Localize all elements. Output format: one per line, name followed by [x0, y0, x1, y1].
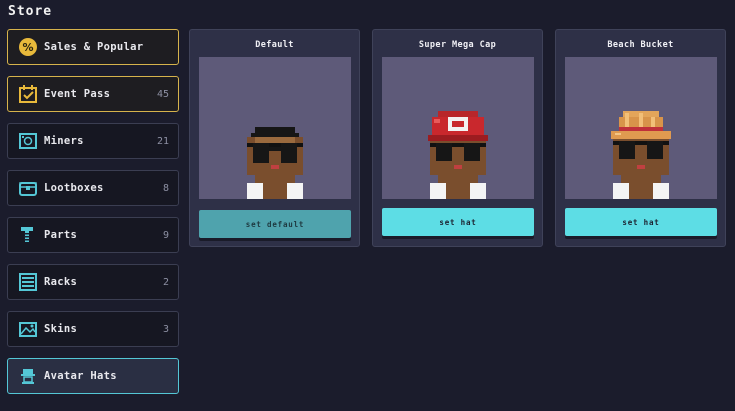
avatar-preview	[382, 57, 534, 199]
sidebar-item-skins[interactable]: Skins 3	[7, 311, 179, 347]
hat-card-title: Super Mega Cap	[418, 40, 497, 50]
screw-icon	[17, 224, 39, 246]
set-hat-button[interactable]: set hat	[382, 208, 534, 236]
sidebar-item-count: 9	[162, 229, 169, 241]
sidebar-item-label: Miners	[44, 135, 84, 147]
svg-text:%: %	[22, 41, 33, 54]
lootbox-icon	[17, 177, 39, 199]
calendar-check-icon	[17, 83, 39, 105]
sidebar-item-count: 3	[162, 323, 169, 335]
rack-icon	[17, 271, 39, 293]
hat-card-default: Default set default	[189, 29, 360, 247]
sidebar-item-label: Parts	[44, 229, 78, 241]
sidebar-item-label: Lootboxes	[44, 182, 104, 194]
page-title: Store	[8, 4, 53, 19]
sidebar-item-sales-popular[interactable]: % Sales & Popular	[7, 29, 179, 65]
avatar-image	[428, 111, 488, 199]
sidebar-item-count: 8	[162, 182, 169, 194]
sidebar-item-label: Event Pass	[44, 88, 111, 100]
sidebar-item-avatar-hats[interactable]: Avatar Hats	[7, 358, 179, 394]
hat-card-title: Default	[255, 40, 294, 50]
sidebar-item-event-pass[interactable]: Event Pass 45	[7, 76, 179, 112]
category-sidebar: % Sales & Popular Event Pass 45 Miners 2…	[7, 29, 179, 405]
avatar-image	[247, 127, 303, 199]
sidebar-item-lootboxes[interactable]: Lootboxes 8	[7, 170, 179, 206]
percent-icon: %	[17, 36, 39, 58]
sidebar-item-count: 45	[156, 88, 169, 100]
sidebar-item-count: 2	[162, 276, 169, 288]
sidebar-item-racks[interactable]: Racks 2	[7, 264, 179, 300]
skin-icon	[17, 318, 39, 340]
set-hat-button[interactable]: set hat	[565, 208, 717, 236]
sidebar-item-label: Avatar Hats	[44, 370, 117, 382]
sidebar-item-label: Skins	[44, 323, 78, 335]
set-default-button[interactable]: set default	[199, 210, 351, 238]
avatar-image	[611, 111, 671, 199]
hat-card-super-mega-cap: Super Mega Cap set hat	[372, 29, 543, 247]
sidebar-item-label: Racks	[44, 276, 78, 288]
avatar-preview	[199, 57, 351, 199]
sidebar-item-miners[interactable]: Miners 21	[7, 123, 179, 159]
avatar-hat-icon	[17, 365, 39, 387]
hat-card-beach-bucket: Beach Bucket set hat	[555, 29, 726, 247]
miner-icon	[17, 130, 39, 152]
sidebar-item-label: Sales & Popular	[44, 41, 144, 53]
hat-card-title: Beach Bucket	[607, 40, 674, 50]
avatar-preview	[565, 57, 717, 199]
sidebar-item-count: 21	[156, 135, 169, 147]
sidebar-item-parts[interactable]: Parts 9	[7, 217, 179, 253]
